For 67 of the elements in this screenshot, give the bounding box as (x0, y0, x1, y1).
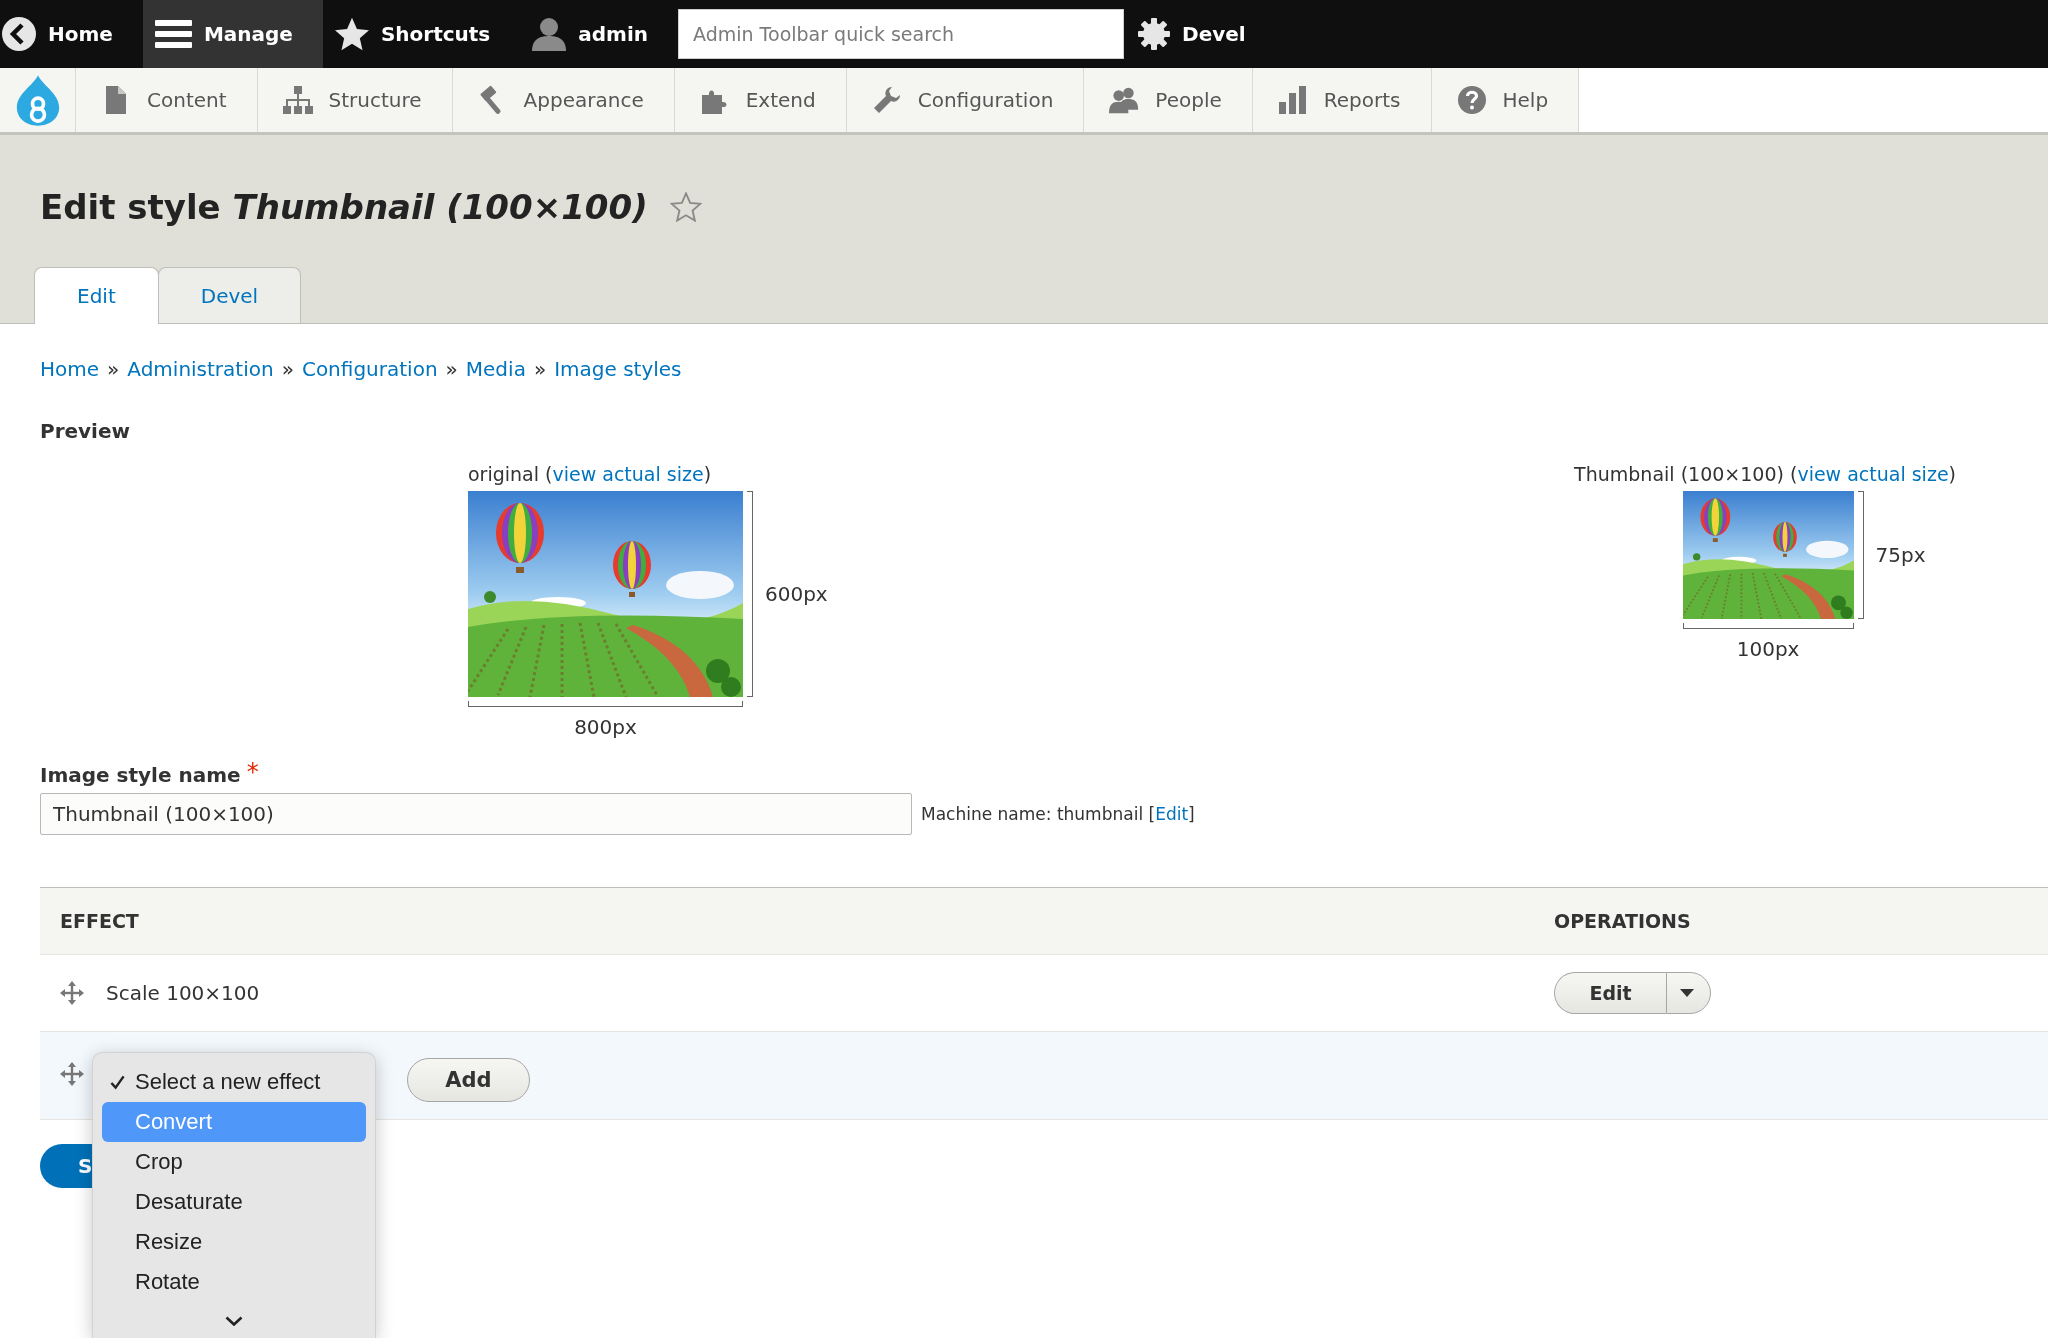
breadcrumb-link[interactable]: Image styles (554, 355, 682, 383)
height-label: 75px (1875, 542, 1926, 569)
admin-menu-item[interactable]: People (1084, 68, 1253, 132)
toolbar-tab[interactable]: Devel (1124, 0, 1276, 68)
star-icon (334, 17, 369, 51)
dropdown-option[interactable]: Select a new effect (102, 1062, 366, 1102)
four-way-arrow-icon[interactable] (60, 981, 84, 1005)
section-label: Preview (40, 418, 132, 445)
dropdown-option[interactable]: Rotate (102, 1262, 366, 1302)
admin-menu-item[interactable]: Reports (1252, 68, 1432, 132)
tab[interactable]: Devel (157, 267, 302, 323)
menu-icon (154, 19, 192, 49)
image-caption: original (view actual size) (468, 462, 712, 487)
home-logo-link[interactable] (0, 68, 76, 132)
text-field[interactable]: Thumbnail (100×100) (40, 793, 912, 835)
machine-name-text: Machine name: thumbnail [Edit] (921, 804, 1195, 824)
add-button[interactable]: Add (407, 1058, 530, 1102)
breadcrumb-link[interactable]: Home (40, 355, 100, 383)
toolbar-tab[interactable]: Home (0, 0, 143, 68)
height-label: 600px (765, 581, 828, 608)
field-label: Image style name (40, 762, 241, 789)
breadcrumb-separator: » (533, 356, 547, 383)
breadcrumb-link[interactable]: Media (465, 355, 526, 383)
edit-link[interactable]: Edit (1155, 804, 1189, 824)
column-header: OPERATIONS (1554, 910, 1691, 932)
people-icon (1109, 85, 1140, 115)
dropdown-option[interactable]: Resize (102, 1222, 366, 1262)
width-label: 100px (1736, 636, 1800, 663)
view-actual-size-link[interactable]: view actual size (1797, 463, 1949, 485)
page-title: Edit style Thumbnail (100×100) (40, 186, 648, 229)
table-cell: Scale 100×100 (106, 981, 260, 1005)
breadcrumb-link[interactable]: Administration (127, 355, 274, 383)
toolbar-tab[interactable]: admin (520, 0, 679, 68)
dropdown-option[interactable]: Desaturate (102, 1182, 366, 1222)
caret-icon (1679, 989, 1694, 997)
breadcrumb-separator: » (445, 356, 458, 383)
admin-menu-item[interactable]: Structure (257, 68, 453, 132)
search-field[interactable]: Admin Toolbar quick search (678, 9, 1125, 59)
bar-chart-icon (1277, 85, 1308, 115)
water-drop-logo (14, 74, 61, 126)
toolbar-tab[interactable]: Manage (142, 0, 323, 68)
four-way-arrow-icon[interactable] (60, 1062, 84, 1086)
dropdown-toggle-button[interactable] (1666, 972, 1711, 1014)
tab[interactable]: Edit (34, 267, 159, 324)
image-caption: Thumbnail (100×100) (view actual size) (1574, 462, 1956, 487)
admin-menu-item[interactable]: Extend (674, 68, 847, 132)
breadcrumb-link[interactable]: Configuration (301, 355, 438, 383)
admin-menu-item[interactable]: Appearance (452, 68, 675, 132)
hierarchy-icon (282, 85, 313, 115)
view-actual-size-link[interactable]: view actual size (552, 463, 704, 485)
dropdown-option[interactable]: Crop (102, 1142, 366, 1182)
required-marker: * (246, 761, 259, 783)
help-icon (1456, 85, 1487, 115)
admin-menu-item[interactable]: Help (1431, 68, 1580, 132)
breadcrumb-separator: » (281, 356, 294, 383)
width-label: 800px (574, 714, 637, 741)
admin-menu-item[interactable]: Configuration (846, 68, 1085, 132)
save-button[interactable]: S (40, 1144, 93, 1188)
chevron-down-icon[interactable] (225, 1315, 243, 1326)
user-icon (532, 17, 567, 51)
toolbar-tab[interactable]: Shortcuts (322, 0, 521, 68)
gear-icon (1138, 18, 1171, 50)
star-icon[interactable] (669, 192, 702, 222)
breadcrumb-separator: » (107, 356, 120, 383)
edit-button[interactable]: Edit (1554, 972, 1666, 1014)
column-header: EFFECT (60, 910, 139, 932)
admin-menu-item[interactable]: Content (76, 68, 258, 132)
